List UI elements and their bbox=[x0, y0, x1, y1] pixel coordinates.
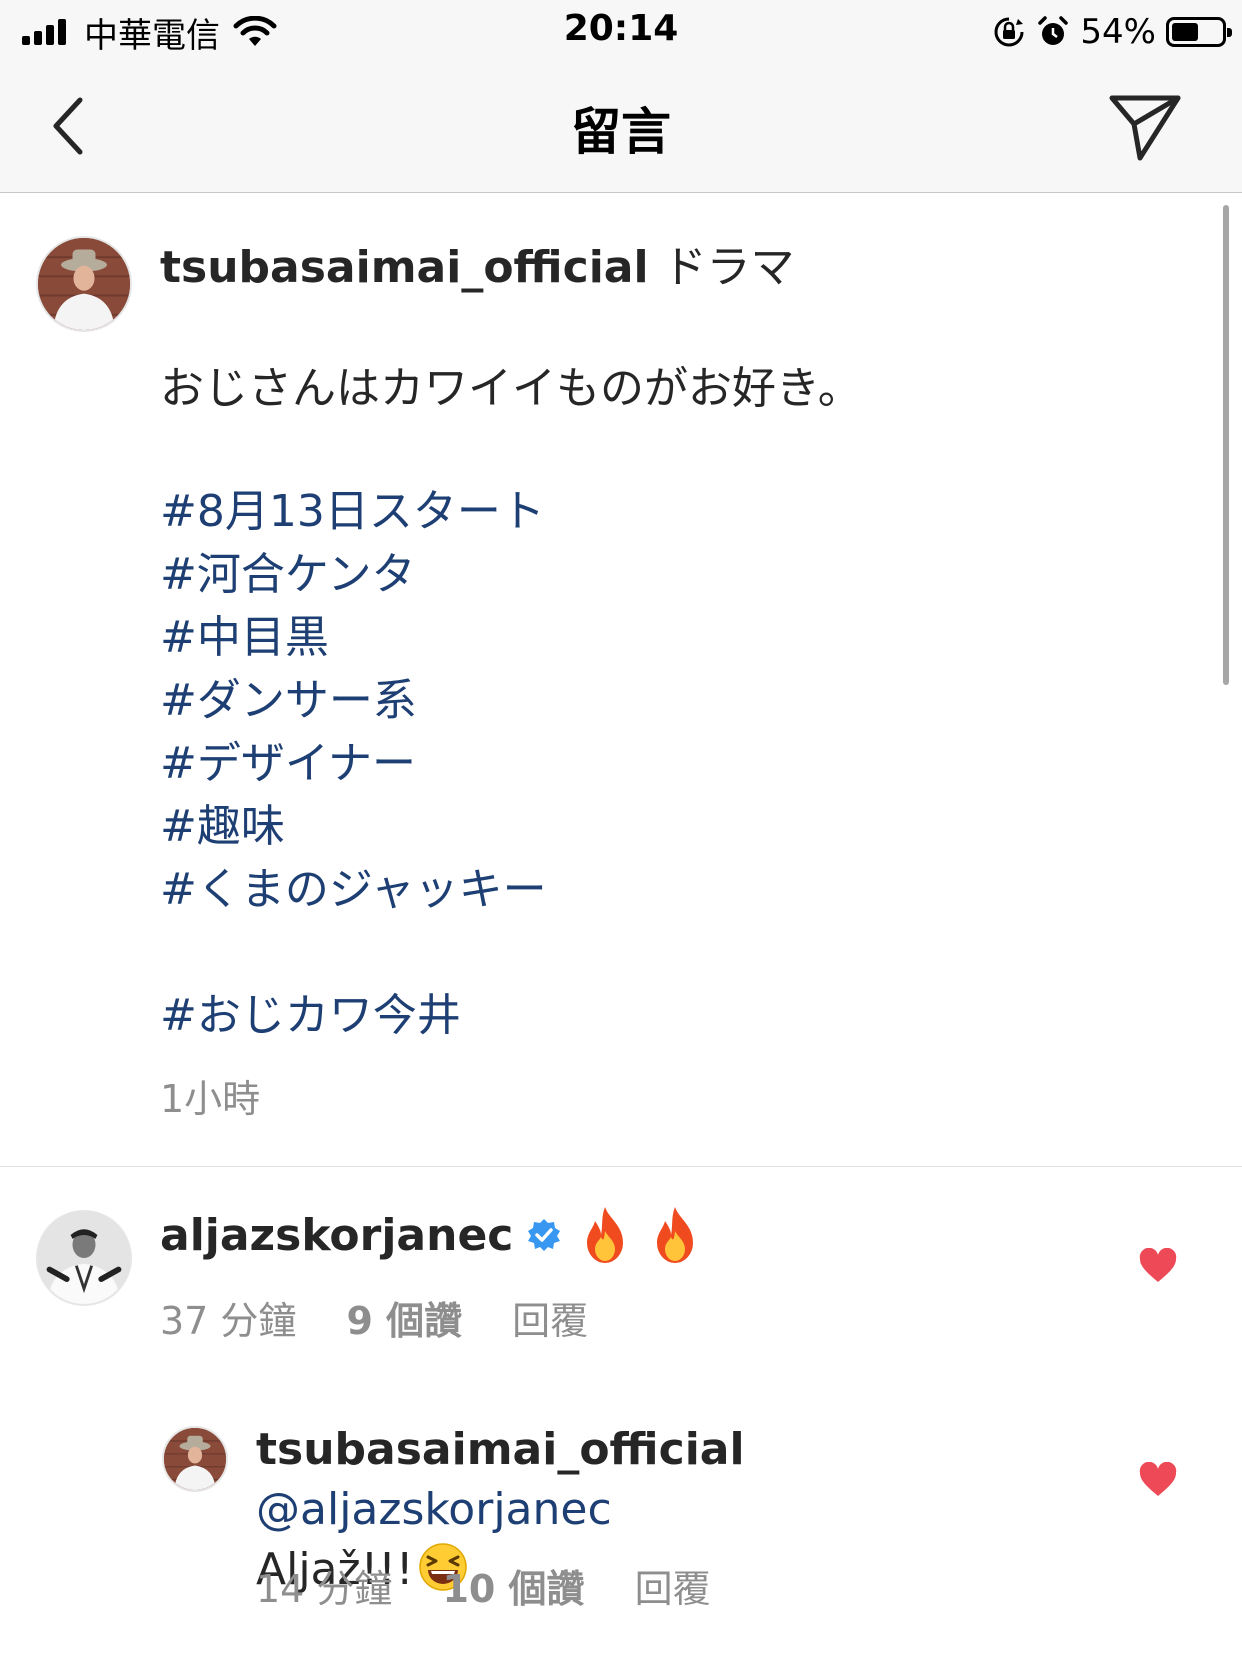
hashtag-list: #8月13日スタート #河合ケンタ #中目黒 #ダンサー系 #デザイナー #趣味… bbox=[160, 480, 1200, 1047]
avatar[interactable] bbox=[36, 236, 132, 332]
avatar[interactable] bbox=[162, 1426, 228, 1492]
caption-first-text: ドラマ bbox=[662, 242, 795, 293]
hashtag-link[interactable]: #8月13日スタート bbox=[160, 480, 1200, 543]
send-icon[interactable] bbox=[1104, 88, 1184, 164]
avatar-image bbox=[38, 1212, 130, 1304]
alarm-icon bbox=[1038, 16, 1069, 45]
avatar[interactable] bbox=[36, 1210, 132, 1306]
caption-username[interactable]: tsubasaimai_official bbox=[160, 242, 649, 293]
fire-icon bbox=[587, 1207, 624, 1263]
heart-icon[interactable] bbox=[1138, 1248, 1178, 1284]
hashtag-link[interactable]: #ダンサー系 bbox=[160, 669, 1200, 732]
hashtag-link[interactable]: #趣味 bbox=[160, 795, 1200, 858]
reply-button[interactable]: 回覆 bbox=[635, 1558, 711, 1613]
reply-meta: 14 分鐘 10 個讚 回覆 bbox=[256, 1558, 711, 1613]
comment-meta: 37 分鐘 9 個讚 回覆 bbox=[160, 1290, 588, 1345]
hashtag-link[interactable]: #デザイナー bbox=[160, 732, 1200, 795]
hashtag-link[interactable]: #くまのジャッキー bbox=[160, 858, 1200, 921]
orientation-lock-icon bbox=[994, 17, 1024, 47]
hashtag-link[interactable]: #河合ケンタ bbox=[160, 543, 1200, 606]
mention-link[interactable]: @aljazskorjanec bbox=[256, 1484, 612, 1535]
reply-button[interactable]: 回覆 bbox=[512, 1290, 588, 1345]
caption-body: おじさんはカワイイものがお好き。 bbox=[160, 363, 862, 414]
caption-timestamp: 1小時 bbox=[160, 1077, 261, 1121]
battery-level bbox=[1172, 23, 1198, 41]
post-caption: tsubasaimai_official ドラマ おじさんはカワイイものがお好き… bbox=[160, 236, 1200, 1047]
avatar-image bbox=[38, 238, 130, 330]
battery-percent: 54% bbox=[1080, 12, 1156, 52]
verified-badge-icon bbox=[528, 1219, 561, 1251]
comment-timestamp: 37 分鐘 bbox=[160, 1299, 297, 1343]
comment-username[interactable]: aljazskorjanec bbox=[160, 1210, 513, 1261]
page-title: 留言 bbox=[571, 103, 671, 161]
status-right: 54% bbox=[992, 10, 1232, 54]
nav-header: 留言 bbox=[0, 64, 1242, 193]
scroll-indicator[interactable] bbox=[1223, 205, 1229, 685]
reply-username[interactable]: tsubasaimai_official bbox=[256, 1424, 745, 1475]
avatar-image bbox=[164, 1428, 226, 1490]
comment-likes[interactable]: 9 個讚 bbox=[346, 1290, 462, 1345]
reply-timestamp: 14 分鐘 bbox=[256, 1567, 393, 1611]
hashtag-link[interactable]: #おじカワ今井 bbox=[160, 984, 1200, 1047]
reply-likes[interactable]: 10 個讚 bbox=[442, 1558, 584, 1613]
caption-first-line: tsubasaimai_official ドラマ bbox=[160, 236, 1200, 299]
battery-icon bbox=[1166, 17, 1232, 47]
heart-icon[interactable] bbox=[1138, 1462, 1178, 1498]
status-bar: 中華電信 20:14 54% bbox=[0, 0, 1242, 64]
divider bbox=[0, 1166, 1242, 1167]
hashtag-link[interactable]: #中目黒 bbox=[160, 606, 1200, 669]
comment-header: aljazskorjanec bbox=[160, 1205, 719, 1265]
fire-icon bbox=[657, 1207, 694, 1263]
